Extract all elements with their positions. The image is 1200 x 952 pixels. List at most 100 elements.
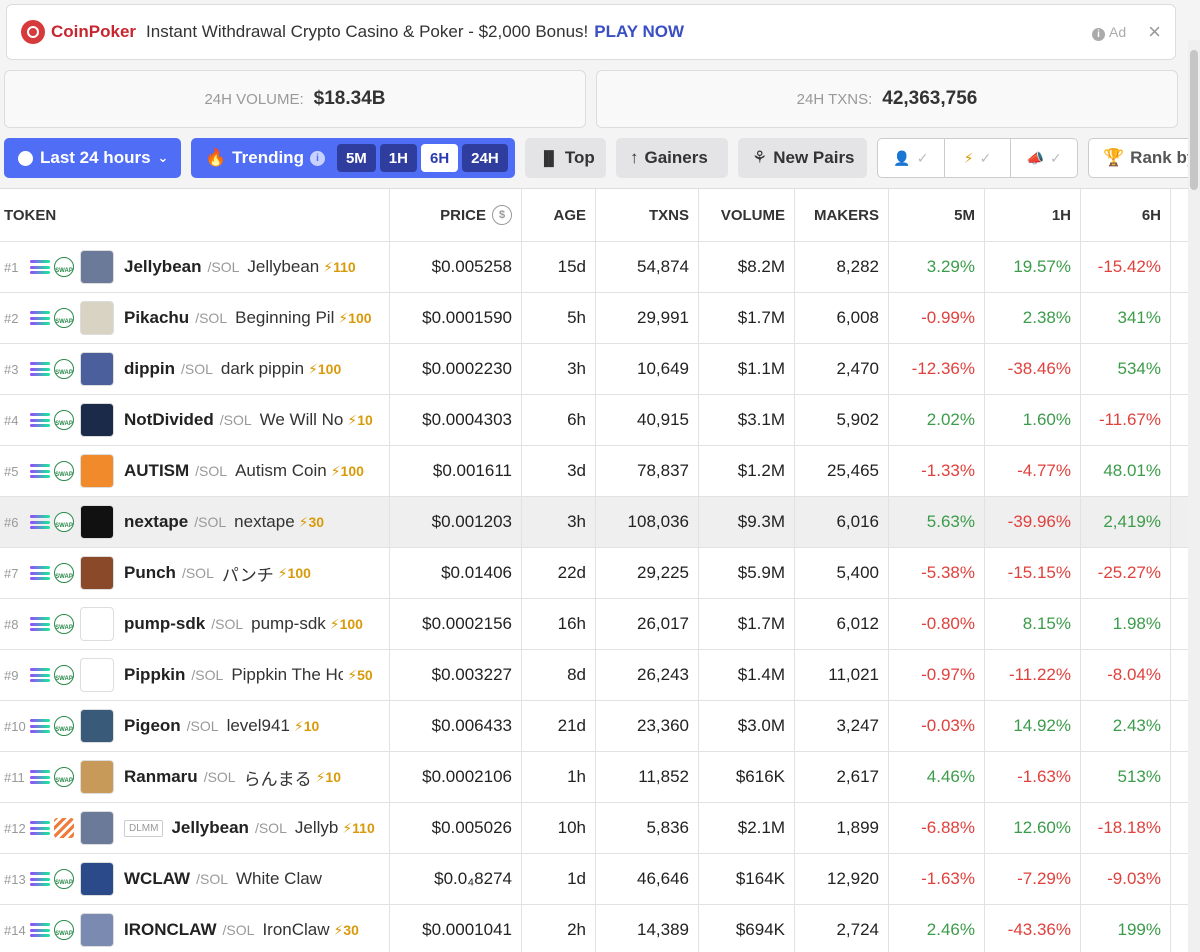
table-row[interactable]: #2 SWAP Pikachu/SOL Beginning Pil ⚡100 $0.000… — [0, 293, 1188, 344]
change-1h-cell: -15.15% — [985, 548, 1081, 598]
token-name: らんまる — [243, 769, 312, 789]
txns-cell: 78,837 — [596, 446, 699, 496]
table-row[interactable]: #11 SWAP Ranmaru/SOL らんまる ⚡10 $0.0002106 1h 11,… — [0, 752, 1188, 803]
currency-toggle-icon[interactable]: $ — [492, 205, 512, 225]
ad-banner[interactable]: CoinPoker Instant Withdrawal Crypto Casi… — [6, 4, 1176, 60]
table-row[interactable]: #10 SWAP Pigeon/SOL level941 ⚡10 $0.006433 21d… — [0, 701, 1188, 752]
table-row[interactable]: #14 SWAP IRONCLAW/SOL IronClaw ⚡30 $0.0001041… — [0, 905, 1188, 952]
table-row[interactable]: #1 SWAP Jellybean/SOL Jellybean ⚡110 $0.00525… — [0, 242, 1188, 293]
change-1h-cell: -38.46% — [985, 344, 1081, 394]
overflow-cell — [1171, 803, 1188, 853]
change-5m-cell: -6.88% — [889, 803, 985, 853]
table-row[interactable]: #5 SWAP AUTISM/SOL Autism Coin ⚡100 $0.001611… — [0, 446, 1188, 497]
quote-symbol: /SOL — [219, 412, 252, 428]
header-age[interactable]: AGE — [522, 189, 596, 241]
table-row[interactable]: #6 SWAP nextape/SOL nextape ⚡30 $0.001203 3h 10… — [0, 497, 1188, 548]
token-symbol: nextape — [124, 512, 189, 531]
age-cell: 3h — [522, 497, 596, 547]
quote-symbol: /SOL — [195, 310, 228, 326]
quote-symbol: /SOL — [222, 922, 255, 938]
trending-range-24h[interactable]: 24H — [462, 144, 508, 172]
header-makers[interactable]: MAKERS — [795, 189, 889, 241]
table-header: TOKEN PRICE $ AGE TXNS VOLUME MAKERS 5M 1… — [0, 189, 1188, 242]
header-6h[interactable]: 6H — [1081, 189, 1171, 241]
change-6h-cell: 199% — [1081, 905, 1171, 952]
header-price[interactable]: PRICE $ — [390, 189, 522, 241]
profile-filter-toggle[interactable]: 👤 ✓ — [878, 139, 945, 177]
close-icon[interactable]: × — [1148, 19, 1161, 45]
table-row[interactable]: #3 SWAP dippin/SOL dark pippin ⚡100 $0.000223… — [0, 344, 1188, 395]
header-volume[interactable]: VOLUME — [699, 189, 795, 241]
makers-cell: 25,465 — [795, 446, 889, 496]
volume-cell: $1.1M — [699, 344, 795, 394]
change-6h-cell: -9.03% — [1081, 854, 1171, 904]
table-row[interactable]: #8 SWAP pump-sdk/SOL pump-sdk ⚡100 $0.0002156… — [0, 599, 1188, 650]
solana-icon — [30, 719, 50, 733]
price-cell: $0.01406 — [390, 548, 522, 598]
change-5m-cell: 5.63% — [889, 497, 985, 547]
change-5m-cell: 3.29% — [889, 242, 985, 292]
overflow-cell — [1171, 242, 1188, 292]
top-button[interactable]: ▐▌ Top — [525, 138, 606, 178]
change-1h-cell: 8.15% — [985, 599, 1081, 649]
token-avatar — [80, 658, 114, 692]
txns-cell: 10,649 — [596, 344, 699, 394]
boost-badge: ⚡50 — [347, 666, 373, 683]
change-5m-cell: -5.38% — [889, 548, 985, 598]
check-icon: ✓ — [916, 149, 929, 166]
trending-range-5m[interactable]: 5M — [336, 144, 376, 172]
solana-icon — [30, 464, 50, 478]
token-avatar — [80, 607, 114, 641]
new-pairs-button[interactable]: ⚘ New Pairs — [738, 138, 867, 178]
header-token[interactable]: TOKEN — [0, 189, 390, 241]
table-row[interactable]: #9 SWAP Pippkin/SOL Pippkin The Hc ⚡50 $0.003… — [0, 650, 1188, 701]
page-scrollbar[interactable] — [1188, 40, 1200, 952]
token-symbol: dippin — [124, 359, 175, 378]
trending-label: Trending — [232, 148, 304, 167]
header-5m[interactable]: 5M — [889, 189, 985, 241]
age-cell: 1d — [522, 854, 596, 904]
boost-filter-toggle[interactable]: ⚡ ✓ — [945, 139, 1012, 177]
price-cell: $0.0004303 — [390, 395, 522, 445]
txns-cell: 108,036 — [596, 497, 699, 547]
toolbar: Last 24 hours ⌄ 🔥 Trending i 5M 1H 6H 24… — [0, 138, 1200, 178]
volume-cell: $5.9M — [699, 548, 795, 598]
token-cell: #13 SWAP WCLAW/SOL White Claw — [0, 854, 390, 904]
solana-icon — [30, 515, 50, 529]
raydium-swap-icon: SWAP — [54, 512, 74, 532]
change-6h-cell: -18.18% — [1081, 803, 1171, 853]
change-6h-cell: -11.67% — [1081, 395, 1171, 445]
header-1h[interactable]: 1H — [985, 189, 1081, 241]
pairs-table: TOKEN PRICE $ AGE TXNS VOLUME MAKERS 5M 1… — [0, 188, 1188, 952]
table-row[interactable]: #13 SWAP WCLAW/SOL White Claw $0.0₄8274 1d 46,… — [0, 854, 1188, 905]
raydium-swap-icon: SWAP — [54, 869, 74, 889]
timeframe-dropdown[interactable]: Last 24 hours ⌄ — [4, 138, 181, 178]
change-5m-cell: 2.46% — [889, 905, 985, 952]
trending-range-1h[interactable]: 1H — [379, 144, 417, 172]
trending-range-6h[interactable]: 6H — [420, 144, 459, 172]
boost-badge: ⚡100 — [308, 360, 342, 377]
table-row[interactable]: #12 DLMM Jellybean/SOL Jellyb ⚡110 $0.005026 1… — [0, 803, 1188, 854]
ad-filter-toggle[interactable]: 📣 ✓ — [1011, 139, 1077, 177]
table-row[interactable]: #4 SWAP NotDivided/SOL We Will No ⚡10 $0.0004… — [0, 395, 1188, 446]
rank: #12 — [4, 820, 26, 836]
scrollbar-thumb[interactable] — [1190, 50, 1198, 190]
age-cell: 1h — [522, 752, 596, 802]
age-cell: 16h — [522, 599, 596, 649]
solana-icon — [30, 260, 50, 274]
change-1h-cell: -39.96% — [985, 497, 1081, 547]
raydium-swap-icon: SWAP — [54, 257, 74, 277]
txns-value: 42,363,756 — [882, 88, 978, 109]
table-row[interactable]: #7 SWAP Punch/SOL パンチ ⚡100 $0.01406 22d 29,225 $… — [0, 548, 1188, 599]
txns-cell: 40,915 — [596, 395, 699, 445]
token-avatar — [80, 403, 114, 437]
rank-by-dropdown[interactable]: 🏆 Rank by — [1088, 138, 1200, 178]
arrow-up-icon: ↑ — [630, 148, 639, 167]
solana-icon — [30, 821, 50, 835]
token-avatar — [80, 709, 114, 743]
header-txns[interactable]: TXNS — [596, 189, 699, 241]
gainers-button[interactable]: ↑ Gainers — [616, 138, 728, 178]
trending-group[interactable]: 🔥 Trending i 5M 1H 6H 24H — [191, 138, 515, 178]
rank: #1 — [4, 259, 19, 275]
ad-cta-link[interactable]: PLAY NOW — [594, 22, 684, 42]
